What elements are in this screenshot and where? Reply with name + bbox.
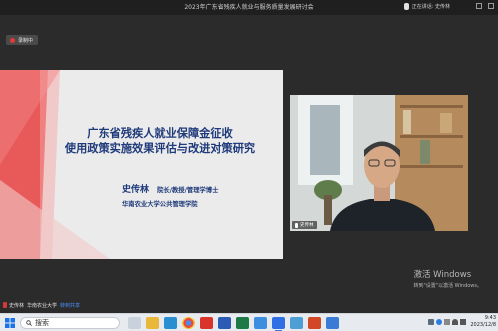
- video-frame: [290, 95, 468, 231]
- video-name-label: 史传林: [300, 223, 314, 228]
- app-icon[interactable]: [326, 317, 339, 329]
- presenter-org: 华南农业大学公共管理学院: [122, 201, 198, 208]
- microphone-icon: [295, 222, 298, 228]
- participants-bar: 史传林 华南农业大学 转到共享: [0, 300, 498, 310]
- taskbar-apps: [128, 317, 339, 331]
- tray-icon[interactable]: [428, 319, 435, 325]
- excel-icon[interactable]: [236, 317, 249, 329]
- task-view-icon[interactable]: [128, 317, 141, 329]
- presenter-info: 史传林 院长/教授/管理学博士 华南农业大学公共管理学院: [122, 177, 282, 208]
- tray-icon[interactable]: [444, 319, 451, 325]
- slide-title-line1: 广东省残疾人就业保障金征收: [87, 127, 233, 140]
- presenter-name: 史传林: [122, 185, 150, 195]
- powerpoint-icon[interactable]: [308, 317, 321, 329]
- search-icon: [26, 320, 32, 326]
- tray-icon[interactable]: [436, 319, 443, 325]
- app-icon[interactable]: [254, 317, 267, 329]
- watermark-line2: 转到"设置"以激活 Windows。: [413, 283, 482, 289]
- chrome-icon[interactable]: [182, 317, 195, 329]
- window-controls: [476, 3, 494, 9]
- recording-button[interactable]: 录制中: [6, 35, 39, 45]
- recording-label: 录制中: [18, 37, 34, 44]
- record-dot-icon: [10, 37, 15, 43]
- windows-activation-watermark: 激活 Windows 转到"设置"以激活 Windows。: [413, 268, 482, 289]
- share-link[interactable]: 转到共享: [60, 302, 80, 309]
- wifi-icon[interactable]: [452, 319, 459, 325]
- speaking-indicator: 正在讲话: 史传林: [403, 3, 450, 10]
- system-tray: 9:43 2023/12/8: [428, 315, 496, 329]
- shared-slide: 广东省残疾人就业保障金征收 使用政策实施效果评估与改进对策研究 史传林 院长/教…: [0, 70, 283, 259]
- volume-icon[interactable]: [460, 319, 467, 325]
- microphone-icon: [403, 3, 409, 10]
- speaking-label: 正在讲话: 史传林: [411, 4, 450, 10]
- app-icon[interactable]: [290, 317, 303, 329]
- participant-name: 史传林: [9, 302, 25, 309]
- taskbar-search-box[interactable]: 搜索: [20, 317, 120, 329]
- meeting-app-icon[interactable]: [272, 317, 285, 331]
- slide-background-shapes: [0, 70, 110, 259]
- slide-title-line2: 使用政策实施效果评估与改进对策研究: [64, 142, 256, 155]
- edge-browser-icon[interactable]: [164, 317, 177, 329]
- clock-date: 2023/12/8: [470, 322, 496, 328]
- minimize-icon[interactable]: [476, 3, 482, 9]
- participant-item[interactable]: 史传林: [3, 302, 24, 309]
- search-placeholder: 搜索: [35, 319, 49, 327]
- windows-taskbar: 搜索 9:43 2023/12/8: [0, 313, 498, 331]
- file-explorer-icon[interactable]: [146, 317, 159, 329]
- microphone-icon: [3, 302, 7, 308]
- speaker-video-tile[interactable]: 史传林: [290, 95, 468, 231]
- slide-title: 广东省残疾人就业保障金征收 使用政策实施效果评估与改进对策研究: [40, 126, 280, 156]
- clock-time: 9:43: [484, 315, 496, 321]
- word-icon[interactable]: [218, 317, 231, 329]
- presenter-titles: 院长/教授/管理学博士: [157, 187, 219, 194]
- video-name-tag: 史传林: [292, 221, 317, 229]
- watermark-line1: 激活 Windows: [413, 270, 472, 280]
- windows-start-icon[interactable]: [5, 318, 15, 328]
- title-bar: 2023年广东省残疾人就业与服务质量发展研讨会 正在讲话: 史传林: [0, 0, 498, 15]
- participant-org: 华南农业大学: [27, 302, 58, 309]
- wps-icon[interactable]: [200, 317, 213, 329]
- maximize-icon[interactable]: [488, 3, 494, 9]
- taskbar-clock[interactable]: 9:43 2023/12/8: [470, 315, 496, 329]
- participant-item[interactable]: 华南农业大学: [27, 302, 57, 309]
